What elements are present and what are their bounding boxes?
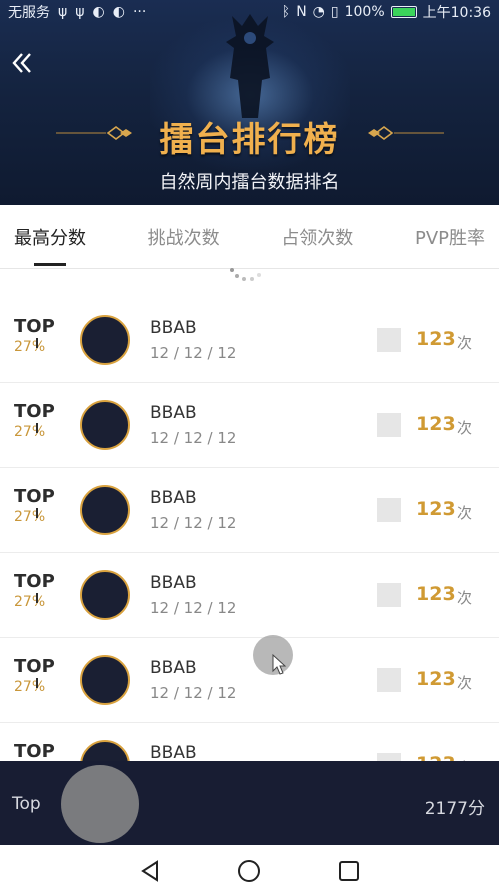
my-avatar-overlay[interactable] (61, 765, 139, 843)
app-icon-2: ◐ (112, 4, 125, 20)
header-banner: 无服务 ψ ψ ◐ ◐ ··· ᛒ N ◔ ▯ 100% 上午10:36 擂台排… (0, 0, 499, 205)
ornament-right-icon (368, 126, 444, 140)
rank-label: TOP (14, 486, 55, 507)
avatar (80, 570, 130, 620)
count-unit: 次 (457, 589, 473, 607)
nav-home-icon[interactable] (234, 856, 264, 886)
bluetooth-icon: ᛒ (281, 4, 291, 20)
tab-highest-score[interactable]: 最高分数 (14, 210, 86, 266)
nav-recent-icon[interactable] (334, 856, 364, 886)
avatar (80, 655, 130, 705)
badge-icon (377, 328, 401, 352)
count-unit: 次 (457, 334, 473, 352)
count-value: 123 (416, 498, 456, 520)
rank-label: TOP (14, 571, 55, 592)
sim-icon: ▯ (330, 4, 339, 20)
rank-block: TOP 27% (14, 316, 64, 366)
list-item[interactable]: TOP 27% BBAB 12 / 12 / 12 123 次 (0, 468, 499, 553)
rank-percent: 27% (14, 339, 46, 355)
badge-icon (377, 413, 401, 437)
tab-occupy-count[interactable]: 占领次数 (281, 210, 353, 264)
player-name: BBAB (150, 488, 197, 508)
avatar (80, 485, 130, 535)
rank-stem (36, 678, 38, 688)
rank-label: TOP (14, 656, 55, 677)
usb-icon: ψ (58, 4, 68, 20)
player-name: BBAB (150, 318, 197, 338)
tab-pvp-winrate[interactable]: PVP胜率 (415, 210, 485, 264)
count-unit: 次 (457, 674, 473, 692)
list-item[interactable]: TOP 27% BBAB 12 / 12 / 12 123 次 (0, 383, 499, 468)
carrier-text: 无服务 (8, 5, 50, 21)
rank-percent: 27% (14, 594, 46, 610)
page-subtitle: 自然周内擂台数据排名 (159, 172, 340, 193)
count-value: 123 (416, 668, 456, 690)
player-stats: 12 / 12 / 12 (150, 599, 237, 617)
player-name: BBAB (150, 573, 197, 593)
rank-label: TOP (14, 401, 55, 422)
rank-stem (36, 593, 38, 603)
rank-block: TOP 27% (14, 656, 64, 706)
rank-label: TOP (14, 316, 55, 337)
player-name: BBAB (150, 403, 197, 423)
back-icon[interactable] (10, 50, 36, 76)
rank-stem (36, 338, 38, 348)
rank-percent: 27% (14, 679, 46, 695)
tab-bar: 最高分数 挑战次数 占领次数 PVP胜率 (0, 205, 499, 269)
player-name: BBAB (150, 658, 197, 678)
count-unit: 次 (457, 504, 473, 522)
battery-icon (390, 6, 417, 18)
player-stats: 12 / 12 / 12 (150, 514, 237, 532)
system-nav-bar (0, 845, 499, 896)
rank-percent: 27% (14, 424, 46, 440)
rank-label: TOP (14, 741, 55, 762)
cursor-icon (272, 653, 287, 675)
my-rank-label: Top (12, 794, 41, 814)
tab-challenge-count[interactable]: 挑战次数 (148, 210, 220, 264)
loading-spinner-icon (230, 268, 261, 281)
rank-stem (36, 508, 38, 518)
count-unit: 次 (457, 419, 473, 437)
badge-icon (377, 583, 401, 607)
list-item[interactable]: TOP 27% BBAB 12 / 12 / 12 123 次 (0, 553, 499, 638)
count-value: 123 (416, 413, 456, 435)
avatar (80, 315, 130, 365)
rank-block: TOP 27% (14, 486, 64, 536)
hero-statue-icon (226, 14, 274, 118)
count-value: 123 (416, 583, 456, 605)
nav-back-icon[interactable] (135, 856, 165, 886)
clock: 上午10:36 (422, 5, 491, 21)
rank-percent: 27% (14, 509, 46, 525)
battery-percent: 100% (344, 4, 385, 20)
rank-block: TOP 27% (14, 401, 64, 451)
list-item[interactable]: TOP 27% BBAB 12 / 12 / 12 123 次 (0, 298, 499, 383)
usb-icon-2: ψ (75, 4, 85, 20)
player-name: BBAB (150, 743, 197, 763)
avatar (80, 400, 130, 450)
rank-block: TOP 27% (14, 571, 64, 621)
player-stats: 12 / 12 / 12 (150, 344, 237, 362)
wifi-icon: ◔ (312, 4, 325, 20)
status-bar: 无服务 ψ ψ ◐ ◐ ··· ᛒ N ◔ ▯ 100% 上午10:36 (0, 0, 499, 24)
player-stats: 12 / 12 / 12 (150, 684, 237, 702)
app-icon: ◐ (92, 4, 105, 20)
badge-icon (377, 498, 401, 522)
count-value: 123 (416, 328, 456, 350)
my-score: 2177分 (424, 799, 485, 819)
badge-icon (377, 668, 401, 692)
list-item[interactable]: TOP 27% BBAB 12 / 12 / 12 123 次 (0, 638, 499, 723)
nfc-icon: N (296, 4, 307, 20)
ranking-list: TOP 27% BBAB 12 / 12 / 12 123 次 TOP 27% … (0, 298, 499, 808)
rank-stem (36, 423, 38, 433)
more-icon: ··· (132, 4, 147, 20)
player-stats: 12 / 12 / 12 (150, 429, 237, 447)
